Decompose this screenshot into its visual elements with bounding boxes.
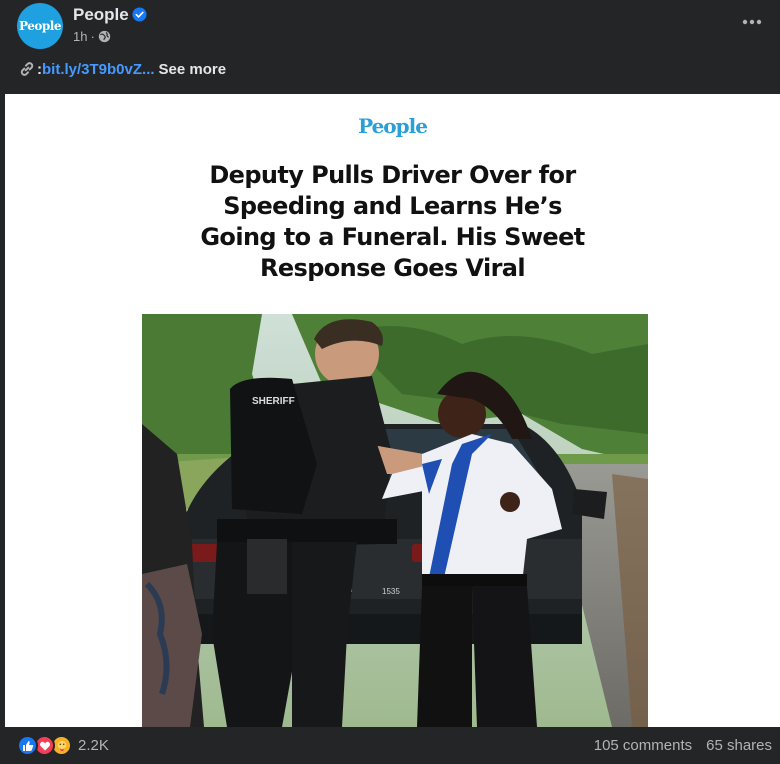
more-options-icon: [742, 19, 762, 25]
article-image-card[interactable]: People Deputy Pulls Driver Over for Spee…: [5, 94, 780, 727]
post-header: People People 1h ·: [0, 0, 780, 56]
headline-line: Speeding and Learns He’s: [223, 192, 562, 220]
see-more-button[interactable]: See more: [159, 61, 227, 78]
facebook-post: People People 1h ·: bit.ly/3T9b0vZ... S…: [0, 0, 780, 764]
article-photo[interactable]: 1535 SHERIFF: [142, 314, 648, 727]
page-avatar[interactable]: People: [17, 3, 63, 49]
post-timestamp[interactable]: 1h: [73, 29, 87, 44]
post-stats: 105 comments 65 shares: [594, 737, 772, 754]
shares-count-link[interactable]: 65 shares: [706, 737, 772, 754]
reactions-summary[interactable]: 2.2K: [17, 735, 109, 756]
link-icon: [20, 62, 34, 76]
avatar-logo-text: People: [19, 19, 61, 33]
article-headline: Deputy Pulls Driver Over for Speeding an…: [145, 160, 640, 284]
post-caption: : bit.ly/3T9b0vZ... See more: [18, 60, 226, 78]
reaction-count: 2.2K: [78, 737, 109, 754]
headline-line: Going to a Funeral. His Sweet: [200, 223, 585, 251]
post-meta: 1h ·: [73, 29, 111, 44]
photo-illustration: 1535 SHERIFF: [142, 314, 648, 727]
license-plate-number: 1535: [382, 587, 400, 596]
globe-icon: [98, 30, 110, 43]
vest-text: SHERIFF: [252, 396, 295, 407]
page-name-link[interactable]: People: [73, 5, 129, 25]
more-options-button[interactable]: [738, 8, 766, 36]
like-icon: [17, 735, 38, 756]
post-footer: 2.2K 105 comments 65 shares: [0, 727, 780, 764]
verified-badge-icon: [132, 7, 147, 22]
meta-separator: ·: [90, 29, 95, 44]
shortened-link[interactable]: bit.ly/3T9b0vZ...: [42, 61, 155, 78]
headline-line: Deputy Pulls Driver Over for: [209, 161, 576, 189]
headline-line: Response Goes Viral: [259, 254, 526, 282]
people-brand-logo: People: [358, 114, 428, 138]
comments-count-link[interactable]: 105 comments: [594, 737, 692, 754]
